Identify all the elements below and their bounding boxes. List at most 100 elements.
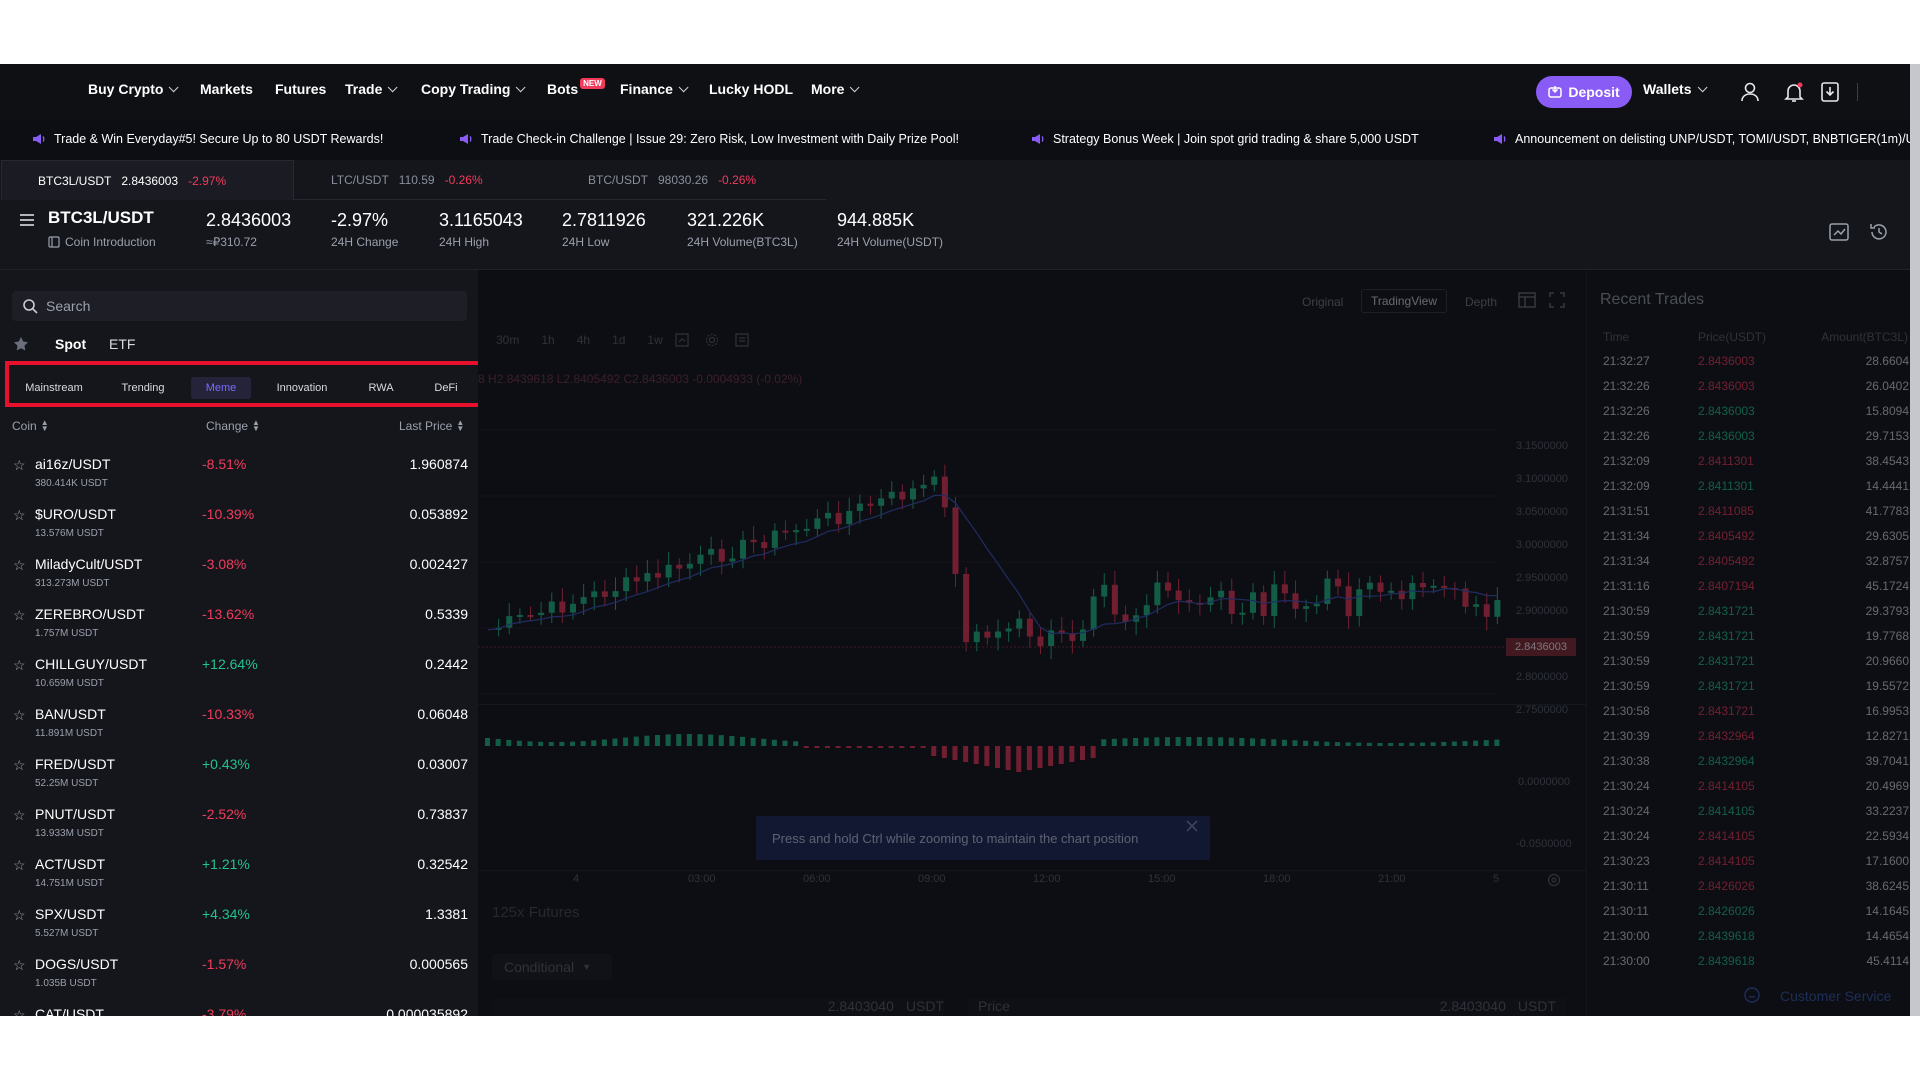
macd-bar	[1026, 746, 1032, 770]
candlestick-chart[interactable]	[478, 360, 1586, 740]
nav-copy-trading[interactable]: Copy Trading	[421, 81, 527, 97]
macd-bar	[580, 741, 586, 746]
market-row[interactable]: ☆ SPX/USDT 5.527M USDT +4.34% 1.3381	[0, 898, 478, 948]
market-row-change: -10.39%	[202, 506, 255, 522]
trade-time: 21:32:26	[1603, 429, 1650, 443]
macd-axis-label: 0.0000000	[1518, 776, 1570, 788]
interval-30m[interactable]: 30m	[496, 333, 519, 347]
trigger-input[interactable]: 2.8403040 USDT	[492, 998, 944, 1016]
bell-icon[interactable]	[1784, 81, 1804, 103]
nav-futures[interactable]: Futures	[275, 81, 326, 97]
interval-1d[interactable]: 1d	[612, 333, 625, 347]
market-row[interactable]: ☆ ACT/USDT 14.751M USDT +1.21% 0.32542	[0, 848, 478, 898]
scrollbar[interactable]	[1910, 64, 1920, 1016]
nav-trade[interactable]: Trade	[345, 81, 398, 97]
coin-intro-link[interactable]: Coin Introduction	[48, 235, 156, 249]
market-row[interactable]: ☆ DOGS/USDT 1.035B USDT -1.57% 0.000565	[0, 948, 478, 998]
interval-4h[interactable]: 4h	[577, 333, 590, 347]
market-row-volume: 14.751M USDT	[35, 878, 104, 889]
pair-tab[interactable]: BTC/USDT 98030.26 -0.26%	[588, 160, 756, 200]
favorite-star-icon[interactable]: ☆	[13, 557, 26, 574]
favorite-star-icon[interactable]: ☆	[13, 457, 26, 474]
chat-icon[interactable]	[1743, 986, 1761, 1004]
market-row[interactable]: ☆ ZEREBRO/USDT 1.757M USDT -13.62% 0.5339	[0, 598, 478, 648]
trade-amount: 45.4114	[1866, 954, 1910, 968]
favorite-star-icon[interactable]: ☆	[13, 507, 26, 524]
market-row[interactable]: ☆ $URO/USDT 13.576M USDT -10.39% 0.053892	[0, 498, 478, 548]
trade-row: 21:31:34 2.8405492 29.6305	[1603, 529, 1909, 554]
user-icon[interactable]	[1740, 81, 1760, 103]
favorite-star-icon[interactable]: ☆	[13, 657, 26, 674]
announcement-item[interactable]: Strategy Bonus Week | Join spot grid tra…	[1031, 132, 1419, 146]
col-change[interactable]: Change ▲ ▼	[206, 419, 260, 434]
menu-icon[interactable]	[20, 214, 34, 226]
macd-bar	[1335, 742, 1340, 746]
nav-bots[interactable]: Bots NEW	[547, 77, 605, 97]
col-coin[interactable]: Coin ▲ ▼	[12, 419, 49, 434]
candle-body	[1016, 618, 1023, 629]
favorite-star-icon[interactable]: ☆	[13, 807, 26, 824]
favorite-star-icon[interactable]: ☆	[13, 607, 26, 624]
futures-label[interactable]: 125x Futures	[492, 904, 580, 921]
favorite-star-icon[interactable]: ☆	[13, 707, 26, 724]
indicator-icon[interactable]	[735, 333, 749, 347]
download-icon[interactable]	[1820, 81, 1840, 103]
history-icon[interactable]	[1869, 222, 1889, 242]
subtab-etf[interactable]: ETF	[109, 336, 135, 352]
nav-markets[interactable]: Markets	[200, 81, 253, 97]
favorite-star-icon[interactable]: ☆	[13, 757, 26, 774]
candle-body	[910, 488, 916, 500]
announcement-item[interactable]: Trade Check-in Challenge | Issue 29: Zer…	[459, 132, 959, 146]
conditional-select[interactable]: Conditional ▼	[492, 954, 612, 980]
trade-row: 21:30:23 2.8414105 17.1600	[1603, 854, 1909, 879]
fullscreen-icon[interactable]	[1549, 292, 1565, 308]
market-row-pair: CAT/USDT	[35, 1006, 104, 1016]
market-row[interactable]: ☆ ai16z/USDT 380.414K USDT -8.51% 1.960874	[0, 448, 478, 498]
announcement-item[interactable]: Announcement on delisting UNP/USDT, TOMI…	[1493, 132, 1920, 146]
nav-more[interactable]: More	[811, 81, 861, 97]
favorite-star-icon[interactable]: ☆	[13, 957, 26, 974]
customer-service-link[interactable]: Customer Service	[1780, 988, 1891, 1004]
favorite-star-icon[interactable]: ☆	[13, 907, 26, 924]
market-row-change: +4.34%	[202, 906, 250, 922]
pair-tab[interactable]: LTC/USDT 110.59 -0.26%	[331, 160, 483, 200]
stat-high: 3.1165043 24H High	[439, 210, 523, 249]
close-icon[interactable]	[1186, 820, 1198, 832]
interval-1h[interactable]: 1h	[541, 333, 554, 347]
favorite-star-icon[interactable]: ☆	[13, 857, 26, 874]
deposit-button[interactable]: Deposit	[1536, 76, 1632, 108]
view-original[interactable]: Original	[1302, 295, 1343, 309]
market-row[interactable]: ☆ CAT/USDT -3.79% 0.000035892	[0, 998, 478, 1016]
announcement-item[interactable]: Trade & Win Everyday#5! Secure Up to 80 …	[32, 132, 383, 146]
chart-settings-icon[interactable]	[1829, 222, 1849, 242]
price-input[interactable]: Price 2.8403040 USDT	[968, 998, 1566, 1016]
view-tradingview[interactable]: TradingView	[1361, 289, 1447, 313]
candle-body	[591, 591, 598, 598]
nav-wallets[interactable]: Wallets	[1643, 81, 1708, 97]
nav-buy-crypto[interactable]: Buy Crypto	[88, 81, 180, 97]
market-row[interactable]: ☆ MiladyCult/USDT 313.273M USDT -3.08% 0.002…	[0, 548, 478, 598]
favorites-star-icon[interactable]	[13, 336, 29, 352]
col-price[interactable]: Last Price ▲ ▼	[399, 419, 464, 434]
macd-chart[interactable]	[478, 710, 1586, 810]
pair-tab[interactable]: BTC3L/USDT 2.8436003 -2.97%	[1, 160, 294, 200]
trade-time: 21:30:59	[1603, 604, 1650, 618]
candle-body	[644, 573, 651, 582]
favorite-star-icon[interactable]: ☆	[13, 1007, 26, 1016]
market-row[interactable]: ☆ BAN/USDT 11.891M USDT -10.33% 0.06048	[0, 698, 478, 748]
macd-bar	[1207, 737, 1213, 746]
search-input[interactable]: Search	[12, 291, 467, 321]
market-row[interactable]: ☆ CHILLGUY/USDT 10.659M USDT +12.64% 0.2442	[0, 648, 478, 698]
nav-lucky-hodl[interactable]: Lucky HODL	[709, 81, 793, 97]
interval-1w[interactable]: 1w	[647, 333, 662, 347]
market-row[interactable]: ☆ PNUT/USDT 13.933M USDT -2.52% 0.73837	[0, 798, 478, 848]
candle-type-icon[interactable]	[675, 333, 689, 347]
gear-icon[interactable]	[705, 333, 719, 347]
subtab-spot[interactable]: Spot	[55, 336, 86, 352]
chart-settings-gear-icon[interactable]	[1547, 873, 1561, 887]
layout-icon[interactable]	[1518, 292, 1536, 308]
nav-finance[interactable]: Finance	[620, 81, 689, 97]
candle-body	[740, 539, 746, 559]
view-depth[interactable]: Depth	[1465, 295, 1497, 309]
market-row[interactable]: ☆ FRED/USDT 52.25M USDT +0.43% 0.03007	[0, 748, 478, 798]
